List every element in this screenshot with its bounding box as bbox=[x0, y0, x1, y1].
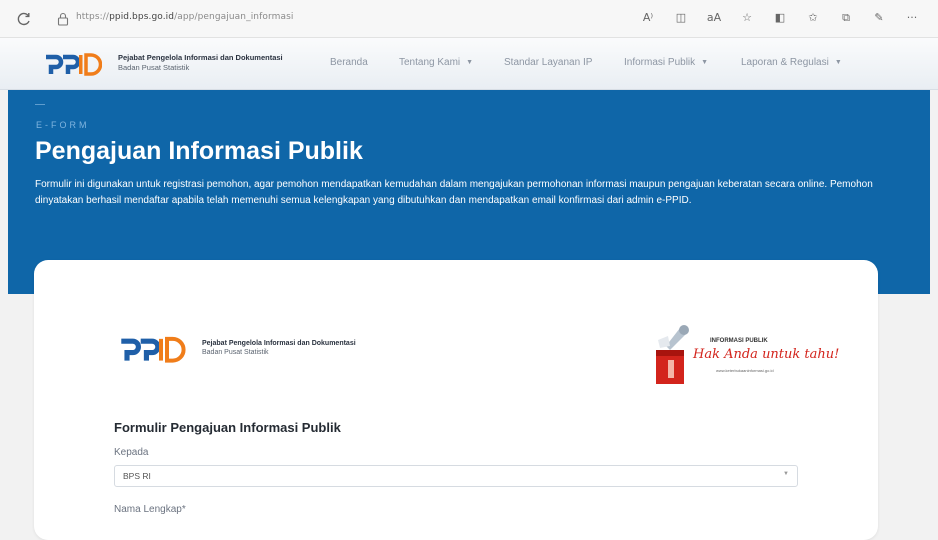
read-aloud-icon[interactable]: A⁾ bbox=[640, 10, 656, 26]
hero-eyebrow: E-FORM bbox=[36, 120, 90, 130]
caret-down-icon: ▼ bbox=[834, 59, 842, 66]
nav-label: Informasi Publik bbox=[624, 57, 696, 68]
nav-label: Laporan & Regulasi bbox=[741, 57, 829, 68]
promo-url: www.keterbukaaninformasi.go.id bbox=[716, 368, 774, 373]
reload-icon[interactable] bbox=[16, 11, 32, 27]
caret-down-icon: ▼ bbox=[701, 59, 709, 66]
address-bar[interactable]: https://ppid.bps.go.id/app/pengajuan_inf… bbox=[76, 12, 293, 22]
kepada-select[interactable]: BPS RI ▼ bbox=[114, 465, 798, 487]
brand-subtitle: Badan Pusat Statistik bbox=[202, 349, 269, 356]
promo-label: INFORMASI PUBLIK bbox=[710, 338, 768, 344]
brand-title: Pejabat Pengelola Informasi dan Dokument… bbox=[118, 53, 283, 62]
url-host: ppid.bps.go.id bbox=[109, 12, 175, 22]
card-brand: Pejabat Pengelola Informasi dan Dokument… bbox=[202, 339, 356, 357]
form-card: Pejabat Pengelola Informasi dan Dokument… bbox=[34, 260, 878, 540]
page-title: Pengajuan Informasi Publik bbox=[35, 137, 363, 165]
hero-divider bbox=[35, 104, 45, 105]
ppid-logo bbox=[121, 336, 186, 363]
promo-slogan: Hak Anda untuk tahu! bbox=[693, 347, 840, 362]
text-size-icon[interactable]: aA bbox=[706, 10, 722, 26]
nav-label: Standar Layanan IP bbox=[504, 57, 593, 68]
reader-view-icon[interactable]: ◫ bbox=[673, 10, 689, 26]
extension-icon[interactable]: ✎ bbox=[871, 10, 887, 26]
more-menu-icon[interactable]: ··· bbox=[904, 10, 920, 26]
chevron-down-icon: ▼ bbox=[783, 471, 789, 477]
navbar-brand[interactable]: Pejabat Pengelola Informasi dan Dokument… bbox=[118, 53, 283, 73]
megaphone-box-icon bbox=[656, 325, 689, 384]
caret-down-icon: ▼ bbox=[466, 59, 474, 66]
nav-informasi-publik[interactable]: Informasi Publik ▼ bbox=[624, 57, 708, 68]
kepada-label: Kepada bbox=[114, 447, 149, 458]
nav-tentang-kami[interactable]: Tentang Kami ▼ bbox=[399, 57, 473, 68]
lock-icon[interactable] bbox=[57, 12, 69, 26]
url-path: /app/pengajuan_informasi bbox=[174, 12, 294, 22]
collections-icon[interactable]: ⧉ bbox=[838, 10, 854, 26]
url-scheme: https:// bbox=[76, 12, 110, 22]
favorites-list-icon[interactable]: ✩ bbox=[805, 10, 821, 26]
nav-label: Beranda bbox=[330, 57, 368, 68]
kepada-selected-value: BPS RI bbox=[123, 471, 151, 481]
nav-label: Tentang Kami bbox=[399, 57, 461, 68]
page-description: Formulir ini digunakan untuk registrasi … bbox=[35, 179, 873, 206]
nav-standar-layanan[interactable]: Standar Layanan IP bbox=[504, 57, 592, 68]
favorite-star-icon[interactable]: ☆ bbox=[739, 10, 755, 26]
site-navbar: Pejabat Pengelola Informasi dan Dokument… bbox=[0, 38, 938, 90]
brand-title: Pejabat Pengelola Informasi dan Dokument… bbox=[202, 340, 356, 347]
browser-toolbar: https://ppid.bps.go.id/app/pengajuan_inf… bbox=[0, 0, 938, 38]
brand-subtitle: Badan Pusat Statistik bbox=[118, 63, 190, 72]
split-screen-icon[interactable]: ◧ bbox=[772, 10, 788, 26]
browser-actions: A⁾ ◫ aA ☆ ◧ ✩ ⧉ ✎ ··· bbox=[640, 10, 920, 26]
nama-lengkap-label: Nama Lengkap* bbox=[114, 504, 186, 515]
ppid-logo[interactable] bbox=[42, 49, 102, 77]
form-title: Formulir Pengajuan Informasi Publik bbox=[114, 420, 341, 435]
promo-image: INFORMASI PUBLIK Hak Anda untuk tahu! ww… bbox=[646, 320, 839, 390]
nav-beranda[interactable]: Beranda bbox=[330, 57, 368, 68]
nav-laporan-regulasi[interactable]: Laporan & Regulasi ▼ bbox=[741, 57, 842, 68]
